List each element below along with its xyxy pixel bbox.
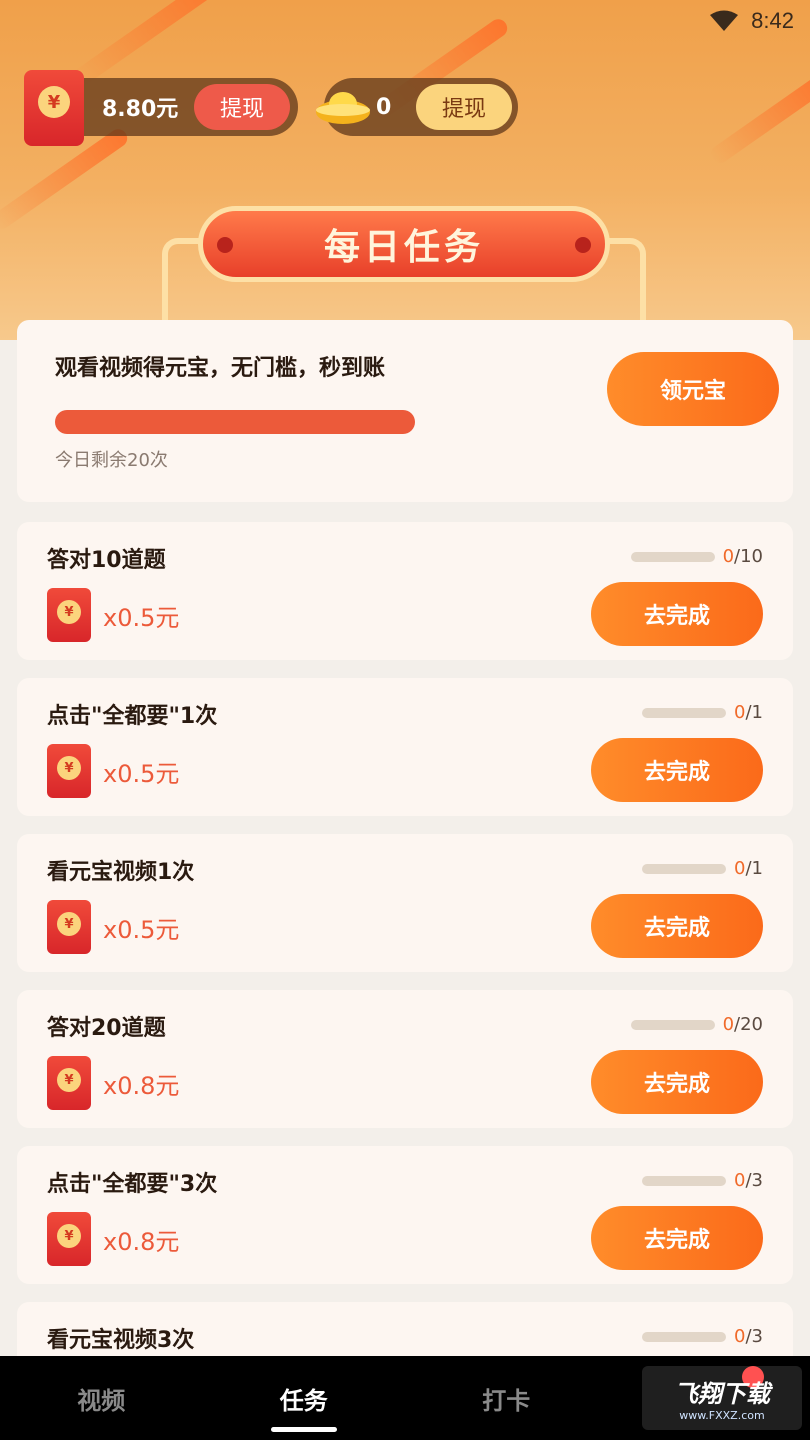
- complete-task-button[interactable]: 去完成: [591, 582, 763, 646]
- task-reward: ¥ x0.5元: [47, 900, 179, 954]
- yuan-coin-icon: ¥: [57, 756, 81, 780]
- tab-checkin[interactable]: 打卡: [405, 1356, 608, 1440]
- tab-tasks[interactable]: 任务: [203, 1356, 406, 1440]
- decor-streak: [707, 71, 810, 167]
- task-progress: 0/3: [642, 1326, 763, 1347]
- banner-dot: [217, 237, 233, 253]
- task-reward: ¥ x0.8元: [47, 1056, 179, 1110]
- task-name: 看元宝视频1次: [47, 860, 195, 885]
- yuan-coin-icon: ¥: [57, 1068, 81, 1092]
- yuan-coin-icon: ¥: [57, 912, 81, 936]
- ingot-balance: 0: [376, 94, 392, 120]
- reward-amount: x0.8元: [103, 1227, 180, 1256]
- red-envelope-icon: ¥: [47, 1056, 91, 1110]
- watermark-url: www.FXXZ.com: [679, 1409, 765, 1422]
- tab-label: 任务: [279, 1386, 328, 1415]
- task-reward: ¥ x0.5元: [47, 744, 179, 798]
- task-card: 答对20道题 0/20 ¥ x0.8元 去完成: [17, 990, 793, 1128]
- page-title: 每日任务: [323, 227, 484, 268]
- task-progress-done: 0: [734, 858, 746, 879]
- task-progress-track: [630, 551, 715, 562]
- watermark-logo: 飞翔下载 www.FXXZ.com: [642, 1366, 802, 1430]
- tab-video[interactable]: 视频: [0, 1356, 203, 1440]
- complete-task-button[interactable]: 去完成: [591, 894, 763, 958]
- task-progress-total: /3: [745, 1326, 763, 1347]
- task-progress-track: [642, 1175, 727, 1186]
- task-name: 答对10道题: [47, 548, 166, 573]
- task-progress-track: [642, 707, 727, 718]
- task-progress-done: 0: [722, 1014, 735, 1035]
- video-task-title: 观看视频得元宝，无门槛，秒到账: [55, 356, 386, 381]
- task-reward: ¥ x0.5元: [47, 588, 179, 642]
- task-name: 点击"全都要"1次: [47, 704, 218, 729]
- status-time: 8:42: [751, 8, 794, 33]
- task-progress-total: /3: [745, 1170, 763, 1191]
- reward-amount: x0.5元: [103, 603, 180, 632]
- task-progress-track: [630, 1019, 715, 1030]
- cash-withdraw-button[interactable]: 提现: [194, 84, 290, 130]
- reward-amount: x0.5元: [103, 759, 180, 788]
- task-progress-done: 0: [722, 546, 735, 567]
- gold-ingot-icon: [316, 92, 370, 124]
- cash-balance: 8.80元: [102, 97, 179, 122]
- video-progress-bar: [55, 410, 415, 434]
- task-progress: 0/20: [630, 1014, 763, 1035]
- claim-ingot-button[interactable]: 领元宝: [607, 352, 779, 426]
- red-envelope-icon: ¥: [47, 588, 91, 642]
- red-envelope-icon: ¥: [24, 70, 84, 146]
- red-envelope-icon: ¥: [47, 744, 91, 798]
- title-banner: 每日任务: [198, 206, 610, 282]
- task-card: 点击"全都要"1次 0/1 ¥ x0.5元 去完成: [17, 678, 793, 816]
- task-name: 答对20道题: [47, 1016, 166, 1041]
- task-progress-done: 0: [734, 702, 746, 723]
- banner-dot: [575, 237, 591, 253]
- yuan-coin-icon: ¥: [38, 86, 70, 118]
- tab-label: 视频: [77, 1386, 126, 1415]
- task-progress-total: /1: [745, 858, 763, 879]
- task-progress: 0/1: [642, 702, 763, 723]
- task-progress-total: /10: [734, 546, 763, 567]
- task-card: 点击"全都要"3次 0/3 ¥ x0.8元 去完成: [17, 1146, 793, 1284]
- task-progress-total: /20: [734, 1014, 763, 1035]
- status-bar: 8:42: [709, 8, 794, 34]
- task-progress-track: [642, 863, 727, 874]
- reward-amount: x0.5元: [103, 915, 180, 944]
- reward-amount: x0.8元: [103, 1071, 180, 1100]
- video-task-card: 观看视频得元宝，无门槛，秒到账 今日剩余20次 领元宝: [17, 320, 793, 502]
- tab-label: 打卡: [482, 1386, 531, 1415]
- red-envelope-icon: ¥: [47, 1212, 91, 1266]
- task-reward: ¥ x0.8元: [47, 1212, 179, 1266]
- task-card: 看元宝视频1次 0/1 ¥ x0.5元 去完成: [17, 834, 793, 972]
- task-progress-done: 0: [734, 1326, 746, 1347]
- yuan-coin-icon: ¥: [57, 600, 81, 624]
- yuan-coin-icon: ¥: [57, 1224, 81, 1248]
- task-progress-track: [642, 1331, 727, 1342]
- task-name: 看元宝视频3次: [47, 1328, 195, 1353]
- complete-task-button[interactable]: 去完成: [591, 738, 763, 802]
- red-envelope-icon: ¥: [47, 900, 91, 954]
- task-progress: 0/1: [642, 858, 763, 879]
- task-progress-total: /1: [745, 702, 763, 723]
- task-progress: 0/3: [642, 1170, 763, 1191]
- complete-task-button[interactable]: 去完成: [591, 1206, 763, 1270]
- complete-task-button[interactable]: 去完成: [591, 1050, 763, 1114]
- task-name: 点击"全都要"3次: [47, 1172, 218, 1197]
- task-card: 答对10道题 0/10 ¥ x0.5元 去完成: [17, 522, 793, 660]
- watermark-text: 飞翔下载: [674, 1380, 770, 1408]
- task-progress-done: 0: [734, 1170, 746, 1191]
- task-progress: 0/10: [630, 546, 763, 567]
- wifi-icon: [710, 10, 739, 31]
- video-remaining-text: 今日剩余20次: [55, 450, 168, 471]
- decor-streak: [71, 0, 229, 88]
- tab-indicator: [270, 1427, 337, 1432]
- ingot-withdraw-button[interactable]: 提现: [416, 84, 512, 130]
